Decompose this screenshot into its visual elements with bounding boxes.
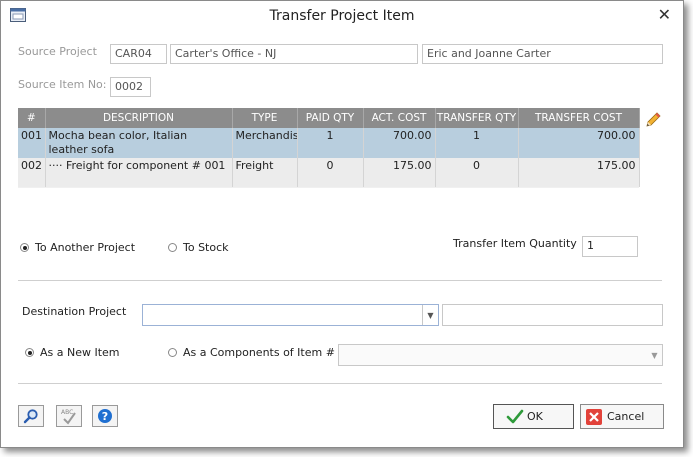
col-header[interactable]: # (18, 108, 46, 128)
search-icon (23, 409, 38, 424)
source-project-label: Source Project (18, 45, 97, 58)
cell-paid-qty: 0 (297, 158, 364, 187)
transfer-dialog: Transfer Project Item ✕ Source Project C… (0, 0, 684, 448)
col-header[interactable]: PAID QTY (297, 108, 364, 128)
help-button[interactable]: ? (92, 405, 118, 427)
cell-type: Merchandis (232, 128, 298, 158)
as-new-item-label[interactable]: As a New Item (40, 346, 120, 359)
ok-label: OK (527, 410, 543, 423)
cell-description: Mocha bean color, Italian leather sofa (45, 128, 233, 158)
destination-project-label: Destination Project (22, 305, 127, 318)
cell-description: ···· Freight for component # 001 (45, 158, 233, 187)
source-customer-field[interactable]: Eric and Joanne Carter (422, 44, 663, 64)
cell-type: Freight (232, 158, 298, 187)
cancel-label: Cancel (607, 410, 645, 423)
cancel-button[interactable]: Cancel (580, 404, 664, 429)
col-header[interactable]: TRANSFER COST (518, 108, 640, 128)
cell-transfer-qty: 0 (435, 158, 519, 187)
table-row[interactable]: 002 ···· Freight for component # 001 Fre… (18, 158, 640, 187)
destination-project-combo[interactable]: ▼ (142, 304, 439, 326)
cell-num: 002 (18, 158, 46, 187)
source-project-name-field[interactable]: Carter's Office - NJ (170, 44, 418, 64)
chevron-down-icon[interactable]: ▼ (647, 345, 662, 365)
cancel-x-icon (586, 408, 602, 425)
component-item-combo[interactable]: ▼ (338, 344, 663, 366)
title-bar: Transfer Project Item ✕ (1, 1, 683, 31)
help-icon: ? (98, 409, 112, 423)
source-item-label: Source Item No: (18, 78, 107, 91)
dialog-title: Transfer Project Item (269, 8, 415, 24)
spellcheck-button[interactable]: ABC (56, 405, 82, 427)
divider (18, 280, 662, 281)
transfer-qty-input[interactable]: 1 (582, 236, 638, 257)
cell-act-cost: 175.00 (363, 158, 436, 187)
col-header[interactable]: TRANSFER QTY (435, 108, 519, 128)
cell-transfer-qty: 1 (435, 128, 519, 158)
col-header[interactable]: ACT. COST (363, 108, 436, 128)
as-component-label[interactable]: As a Components of Item # (183, 346, 335, 359)
grid-header: # DESCRIPTION TYPE PAID QTY ACT. COST TR… (18, 108, 640, 128)
cell-description-line: Mocha bean color, Italian (48, 129, 188, 142)
ok-button[interactable]: OK (493, 404, 574, 429)
close-icon[interactable]: ✕ (658, 6, 671, 24)
cell-transfer-cost: 700.00 (518, 128, 640, 158)
search-button[interactable] (18, 405, 44, 427)
items-grid: # DESCRIPTION TYPE PAID QTY ACT. COST TR… (18, 108, 640, 188)
divider (18, 383, 662, 384)
as-new-item-radio[interactable] (25, 348, 34, 357)
source-item-field[interactable]: 0002 (110, 77, 151, 97)
check-icon (506, 409, 524, 423)
to-stock-label[interactable]: To Stock (183, 241, 229, 254)
as-component-radio[interactable] (168, 348, 177, 357)
pencil-icon[interactable] (644, 111, 662, 129)
col-header[interactable]: DESCRIPTION (45, 108, 233, 128)
to-stock-radio[interactable] (168, 243, 177, 252)
spellcheck-icon: ABC (61, 409, 76, 425)
table-row[interactable]: 001 Mocha bean color, Italian leather so… (18, 128, 640, 158)
to-another-project-radio[interactable] (20, 243, 29, 252)
col-header[interactable]: TYPE (232, 108, 298, 128)
svg-text:?: ? (102, 410, 108, 423)
destination-project-name-field[interactable] (442, 304, 663, 326)
cell-transfer-cost: 175.00 (518, 158, 640, 187)
cell-description-line: leather sofa (48, 143, 115, 156)
to-another-project-label[interactable]: To Another Project (35, 241, 135, 254)
transfer-qty-label: Transfer Item Quantity (453, 237, 577, 250)
chevron-down-icon[interactable]: ▼ (422, 305, 438, 325)
cell-num: 001 (18, 128, 46, 158)
cell-paid-qty: 1 (297, 128, 364, 158)
cell-act-cost: 700.00 (363, 128, 436, 158)
svg-text:ABC: ABC (61, 409, 73, 416)
source-project-code-field[interactable]: CAR04 (110, 44, 167, 64)
